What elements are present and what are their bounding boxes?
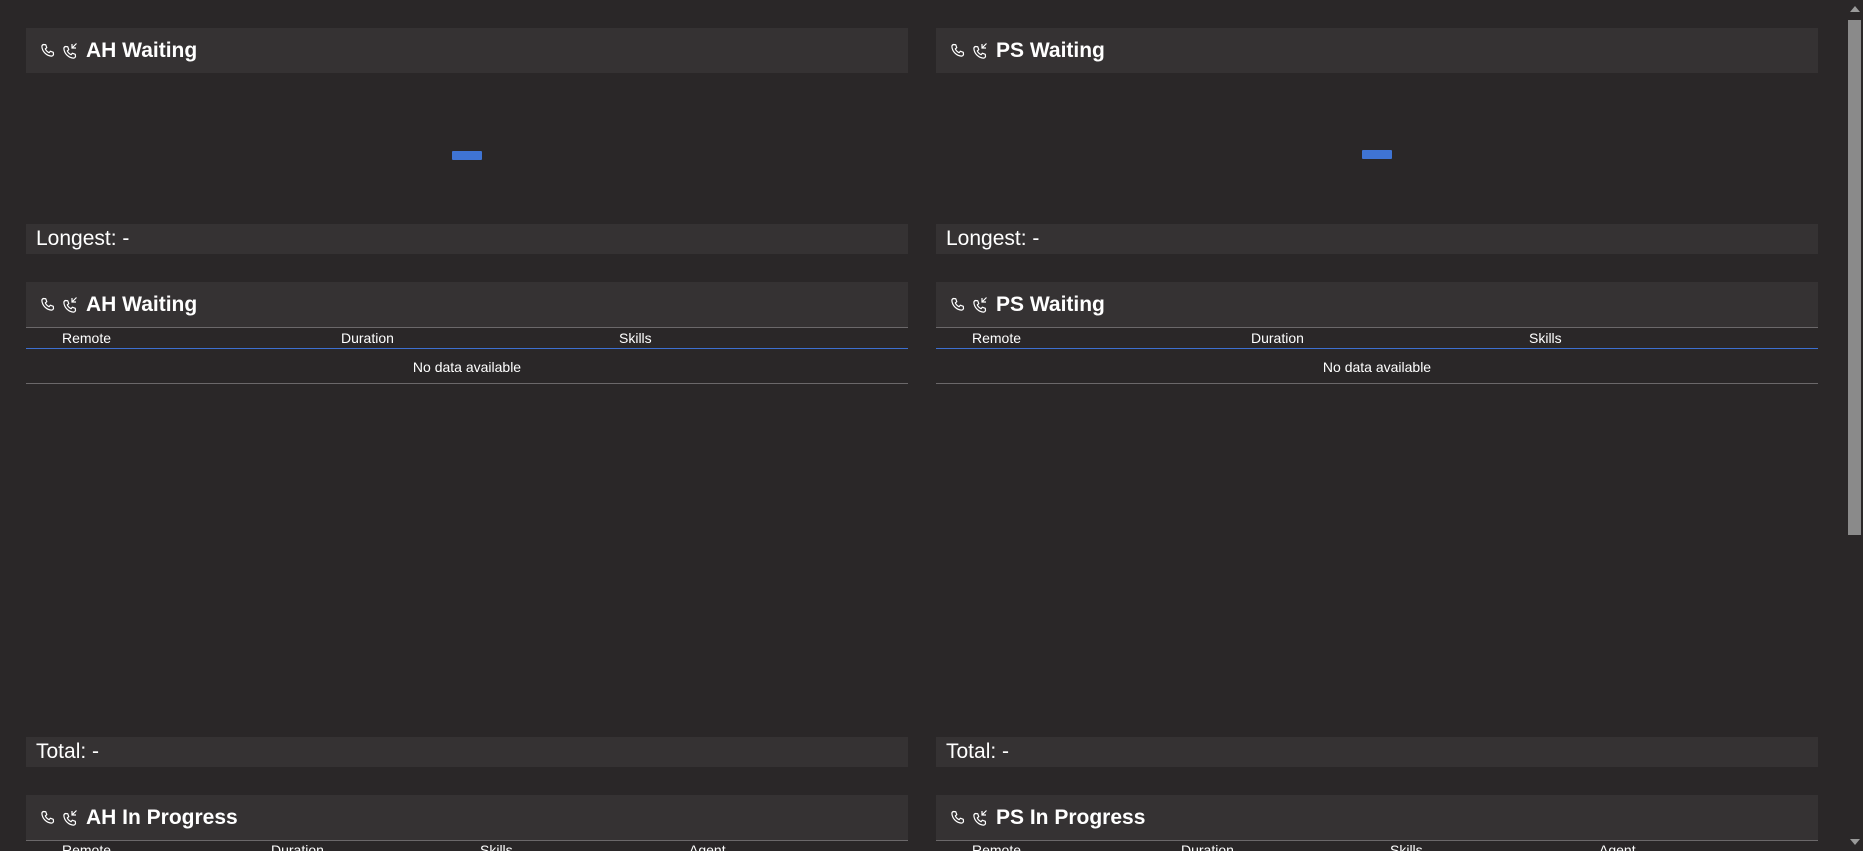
panel-title: PS Waiting bbox=[996, 38, 1105, 62]
waiting-gauge-bar bbox=[452, 151, 482, 160]
panel-title: PS In Progress bbox=[996, 805, 1146, 829]
table-header: Remote Duration Skills Agent bbox=[936, 840, 1818, 851]
panel-header-ah-waiting-table: AH Waiting bbox=[26, 282, 908, 327]
phone-incoming-icon bbox=[62, 42, 78, 59]
table-header: Remote Duration Skills bbox=[936, 327, 1818, 349]
table-header: Remote Duration Skills Agent bbox=[26, 840, 908, 851]
panel-title: AH Waiting bbox=[86, 38, 198, 62]
phone-incoming-icon bbox=[972, 296, 988, 313]
waiting-gauge-bar bbox=[1362, 150, 1392, 159]
phone-icon bbox=[40, 297, 56, 313]
column-header-remote[interactable]: Remote bbox=[62, 330, 111, 346]
panel-header-ps-waiting-chart: PS Waiting bbox=[936, 28, 1818, 73]
total-footer: Total: - bbox=[26, 737, 908, 767]
column-header-agent[interactable]: Agent bbox=[689, 842, 726, 851]
phone-incoming-icon bbox=[972, 42, 988, 59]
phone-icon bbox=[950, 297, 966, 313]
column-header-skills[interactable]: Skills bbox=[480, 842, 513, 851]
longest-footer: Longest: - bbox=[26, 224, 908, 254]
panel-header-ah-waiting-chart: AH Waiting bbox=[26, 28, 908, 73]
phone-icon bbox=[950, 810, 966, 826]
column-header-duration[interactable]: Duration bbox=[1181, 842, 1234, 851]
panel-title: AH Waiting bbox=[86, 292, 198, 316]
total-footer: Total: - bbox=[936, 737, 1818, 767]
panel-title: PS Waiting bbox=[996, 292, 1105, 316]
phone-incoming-icon bbox=[62, 296, 78, 313]
panel-title: AH In Progress bbox=[86, 805, 238, 829]
panel-header-ps-in-progress: PS In Progress bbox=[936, 795, 1818, 840]
dashboard: AH Waiting Longest: - AH Waiting Remote … bbox=[0, 0, 1863, 851]
column-header-duration[interactable]: Duration bbox=[341, 330, 394, 346]
column-header-duration[interactable]: Duration bbox=[271, 842, 324, 851]
phone-incoming-icon bbox=[62, 809, 78, 826]
panel-header-ps-waiting-table: PS Waiting bbox=[936, 282, 1818, 327]
column-header-skills[interactable]: Skills bbox=[619, 330, 652, 346]
column-header-skills[interactable]: Skills bbox=[1390, 842, 1423, 851]
phone-icon bbox=[40, 43, 56, 59]
column-header-remote[interactable]: Remote bbox=[62, 842, 111, 851]
phone-incoming-icon bbox=[972, 809, 988, 826]
column-header-agent[interactable]: Agent bbox=[1599, 842, 1636, 851]
empty-table-message: No data available bbox=[26, 350, 908, 384]
longest-footer: Longest: - bbox=[936, 224, 1818, 254]
scroll-up-arrow-icon[interactable] bbox=[1850, 6, 1860, 12]
phone-icon bbox=[40, 810, 56, 826]
panel-header-ah-in-progress: AH In Progress bbox=[26, 795, 908, 840]
column-header-remote[interactable]: Remote bbox=[972, 330, 1021, 346]
scroll-down-arrow-icon[interactable] bbox=[1850, 839, 1860, 845]
empty-table-message: No data available bbox=[936, 350, 1818, 384]
scrollbar-thumb[interactable] bbox=[1848, 20, 1861, 535]
table-header: Remote Duration Skills bbox=[26, 327, 908, 349]
column-header-duration[interactable]: Duration bbox=[1251, 330, 1304, 346]
phone-icon bbox=[950, 43, 966, 59]
column-header-remote[interactable]: Remote bbox=[972, 842, 1021, 851]
column-header-skills[interactable]: Skills bbox=[1529, 330, 1562, 346]
page-scrollbar[interactable] bbox=[1846, 0, 1863, 851]
